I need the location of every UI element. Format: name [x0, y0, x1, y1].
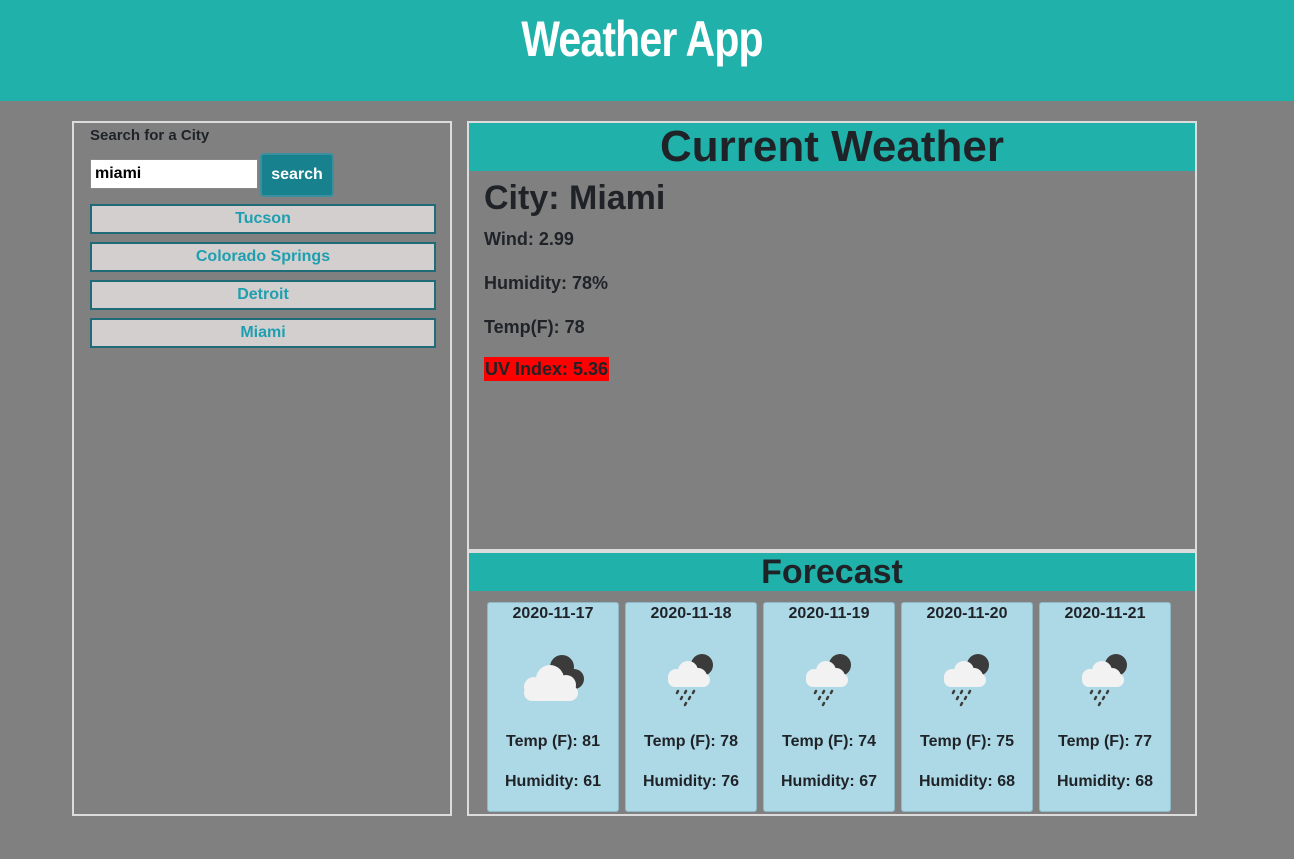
history-city-button[interactable]: Detroit — [90, 280, 436, 310]
current-weather-panel: Current Weather City: Miami Wind: 2.99 H… — [467, 121, 1197, 551]
cloud-moon-rain-icon — [800, 651, 860, 716]
forecast-date: 2020-11-20 — [926, 605, 1008, 622]
forecast-humidity: Humidity: 67 — [780, 773, 877, 790]
wind-value: Wind: 2.99 — [484, 229, 574, 249]
cloud-moon-rain-icon — [938, 651, 998, 716]
forecast-date: 2020-11-19 — [788, 605, 870, 622]
forecast-temp: Temp (F): 74 — [782, 733, 876, 750]
search-label: Search for a City — [90, 127, 210, 144]
forecast-temp: Temp (F): 75 — [920, 733, 1014, 750]
uv-index-badge: UV Index: 5.36 — [484, 357, 610, 381]
forecast-temp: Temp (F): 81 — [506, 733, 600, 750]
current-weather-heading: Current Weather — [469, 123, 1195, 171]
history-city-button[interactable]: Colorado Springs — [90, 242, 436, 272]
history-city-button[interactable]: Miami — [90, 318, 436, 348]
app-title: Weather App — [521, 11, 763, 67]
forecast-date: 2020-11-21 — [1064, 605, 1146, 622]
forecast-heading: Forecast — [469, 553, 1195, 591]
forecast-humidity: Humidity: 76 — [642, 773, 739, 790]
cloud-moon-icon — [516, 651, 592, 712]
app-header: Weather App — [0, 0, 1294, 101]
temperature-value: Temp(F): 78 — [484, 317, 585, 337]
search-button[interactable]: search — [260, 153, 334, 197]
forecast-date: 2020-11-17 — [512, 605, 594, 622]
cloud-moon-rain-icon — [1076, 651, 1136, 716]
humidity-value: Humidity: 78% — [484, 273, 609, 293]
forecast-card: 2020-11-18 Temp (F): 78 Humidity: 76 — [625, 602, 757, 812]
forecast-humidity: Humidity: 68 — [918, 773, 1015, 790]
forecast-card: 2020-11-21 Temp (F): 77 Humidity: 68 — [1039, 602, 1171, 812]
history-city-button[interactable]: Tucson — [90, 204, 436, 234]
forecast-temp: Temp (F): 78 — [644, 733, 738, 750]
forecast-date: 2020-11-18 — [650, 605, 732, 622]
search-panel: Search for a City search Tucson Colorado… — [72, 121, 452, 816]
cloud-moon-rain-icon — [662, 651, 722, 716]
forecast-card: 2020-11-19 Temp (F): 74 Humidity: 67 — [763, 602, 895, 812]
forecast-temp: Temp (F): 77 — [1058, 733, 1152, 750]
forecast-humidity: Humidity: 68 — [1056, 773, 1153, 790]
current-city: City: Miami — [484, 179, 666, 217]
forecast-card: 2020-11-17 Temp (F): 81 Humidity: 61 — [487, 602, 619, 812]
forecast-card: 2020-11-20 Temp (F): 75 Humidity: 68 — [901, 602, 1033, 812]
forecast-humidity: Humidity: 61 — [504, 773, 601, 790]
forecast-panel: Forecast 2020-11-17 Temp (F): 81 Humidity:… — [467, 551, 1197, 816]
city-search-input[interactable] — [90, 159, 258, 189]
